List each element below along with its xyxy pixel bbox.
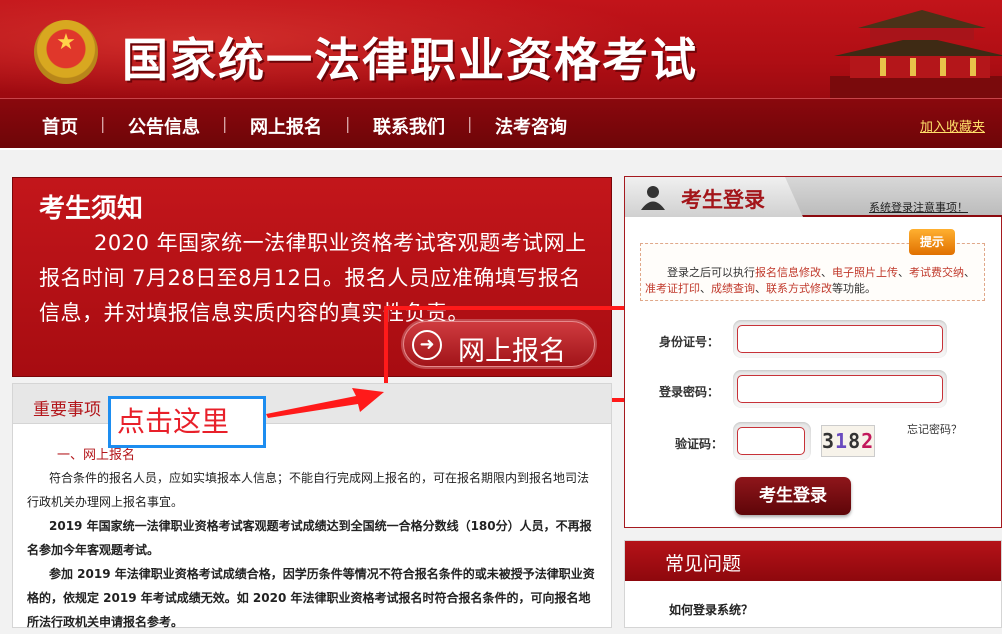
id-field-wrap xyxy=(733,320,947,358)
nav-item-consultation[interactable]: 法考咨询 xyxy=(495,113,567,139)
tip-sep: 、 xyxy=(700,282,711,295)
login-title: 考生登录 xyxy=(681,187,765,212)
captcha-input[interactable] xyxy=(737,427,805,455)
id-number-input[interactable] xyxy=(737,325,943,353)
captcha-digit: 8 xyxy=(848,429,862,453)
tip-text: 登录之后可以执行报名信息修改、电子照片上传、考试费交纳、准考证打印、成绩查询、联… xyxy=(645,265,977,297)
forgot-password-link[interactable]: 忘记密码？ xyxy=(907,421,962,437)
site-title: 国家统一法律职业资格考试 xyxy=(122,33,698,87)
tip-link[interactable]: 报名信息修改 xyxy=(755,266,821,279)
tip-sep: 、 xyxy=(898,266,909,279)
nav-item-announcements[interactable]: 公告信息 xyxy=(128,113,200,139)
captcha-digit: 1 xyxy=(835,429,849,453)
site-header: ★ 国家统一法律职业资格考试 xyxy=(0,0,1002,98)
tip-sep: 、 xyxy=(755,282,766,295)
emblem-star-icon: ★ xyxy=(56,30,76,55)
password-field-wrap xyxy=(733,370,947,408)
paragraph: 参加 2019 年法律职业资格考试成绩合格，因学历条件等情况不符合报名条件的或未… xyxy=(27,567,595,629)
login-panel: 考生登录 系统登录注意事项！ 提示 登录之后可以执行报名信息修改、电子照片上传、… xyxy=(624,176,1002,528)
login-header: 考生登录 系统登录注意事项！ xyxy=(625,177,1002,217)
tip-sep: 、 xyxy=(964,266,975,279)
login-notes-link[interactable]: 系统登录注意事项！ xyxy=(869,199,968,215)
nav-item-contact[interactable]: 联系我们 xyxy=(373,113,445,139)
faq-question[interactable]: 如何登录系统？ xyxy=(669,601,753,618)
password-input[interactable] xyxy=(737,375,943,403)
tip-link[interactable]: 电子照片上传 xyxy=(832,266,898,279)
tip-link[interactable]: 成绩查询 xyxy=(711,282,755,295)
login-button[interactable]: 考生登录 xyxy=(735,477,851,515)
captcha-digit: 3 xyxy=(822,429,836,453)
nav-item-home[interactable]: 首页 xyxy=(42,113,78,139)
tiananmen-gate-icon xyxy=(830,10,1002,98)
nav-separator: | xyxy=(100,114,106,133)
nav-separator: | xyxy=(345,114,351,133)
tip-suffix: 等功能。 xyxy=(832,282,876,295)
important-title: 重要事项 xyxy=(33,400,101,420)
click-here-annotation: 点击这里 xyxy=(108,396,266,448)
tip-prefix: 登录之后可以执行 xyxy=(667,266,755,279)
paragraph: 符合条件的报名人员，应如实填报本人信息；不能自行完成网上报名的，可在报名期限内到… xyxy=(27,471,590,509)
click-here-label: 点击这里 xyxy=(111,399,263,445)
add-favorite-link[interactable]: 加入收藏夹 xyxy=(920,116,985,135)
main-nav: 首页 | 公告信息 | 网上报名 | 联系我们 | 法考咨询 加入收藏夹 xyxy=(0,98,1002,150)
red-arrow-icon xyxy=(266,388,384,418)
nav-separator: | xyxy=(467,114,473,133)
faq-header: 常见问题 xyxy=(625,541,1001,581)
notice-title: 考生须知 xyxy=(39,193,144,223)
tip-badge: 提示 xyxy=(909,229,955,255)
captcha-field-wrap xyxy=(733,422,811,460)
paragraph: 2019 年国家统一法律职业资格考试客观题考试成绩达到全国统一合格分数线（180… xyxy=(27,519,592,557)
national-emblem-icon: ★ xyxy=(34,20,98,84)
faq-panel: 常见问题 如何登录系统？ xyxy=(624,540,1002,628)
captcha-label: 验证码： xyxy=(675,437,724,451)
tip-sep: 、 xyxy=(821,266,832,279)
password-label: 登录密码： xyxy=(659,385,720,399)
tip-link[interactable]: 准考证打印 xyxy=(645,282,700,295)
tip-link[interactable]: 考试费交纳 xyxy=(909,266,964,279)
user-icon xyxy=(641,186,665,210)
tip-link[interactable]: 联系方式修改 xyxy=(766,282,832,295)
nav-item-online-registration[interactable]: 网上报名 xyxy=(250,113,322,139)
captcha-digit: 2 xyxy=(861,429,875,453)
id-label: 身份证号： xyxy=(659,335,720,349)
nav-separator: | xyxy=(222,114,228,133)
captcha-image[interactable]: 3182 xyxy=(821,425,875,457)
faq-title: 常见问题 xyxy=(665,553,742,575)
